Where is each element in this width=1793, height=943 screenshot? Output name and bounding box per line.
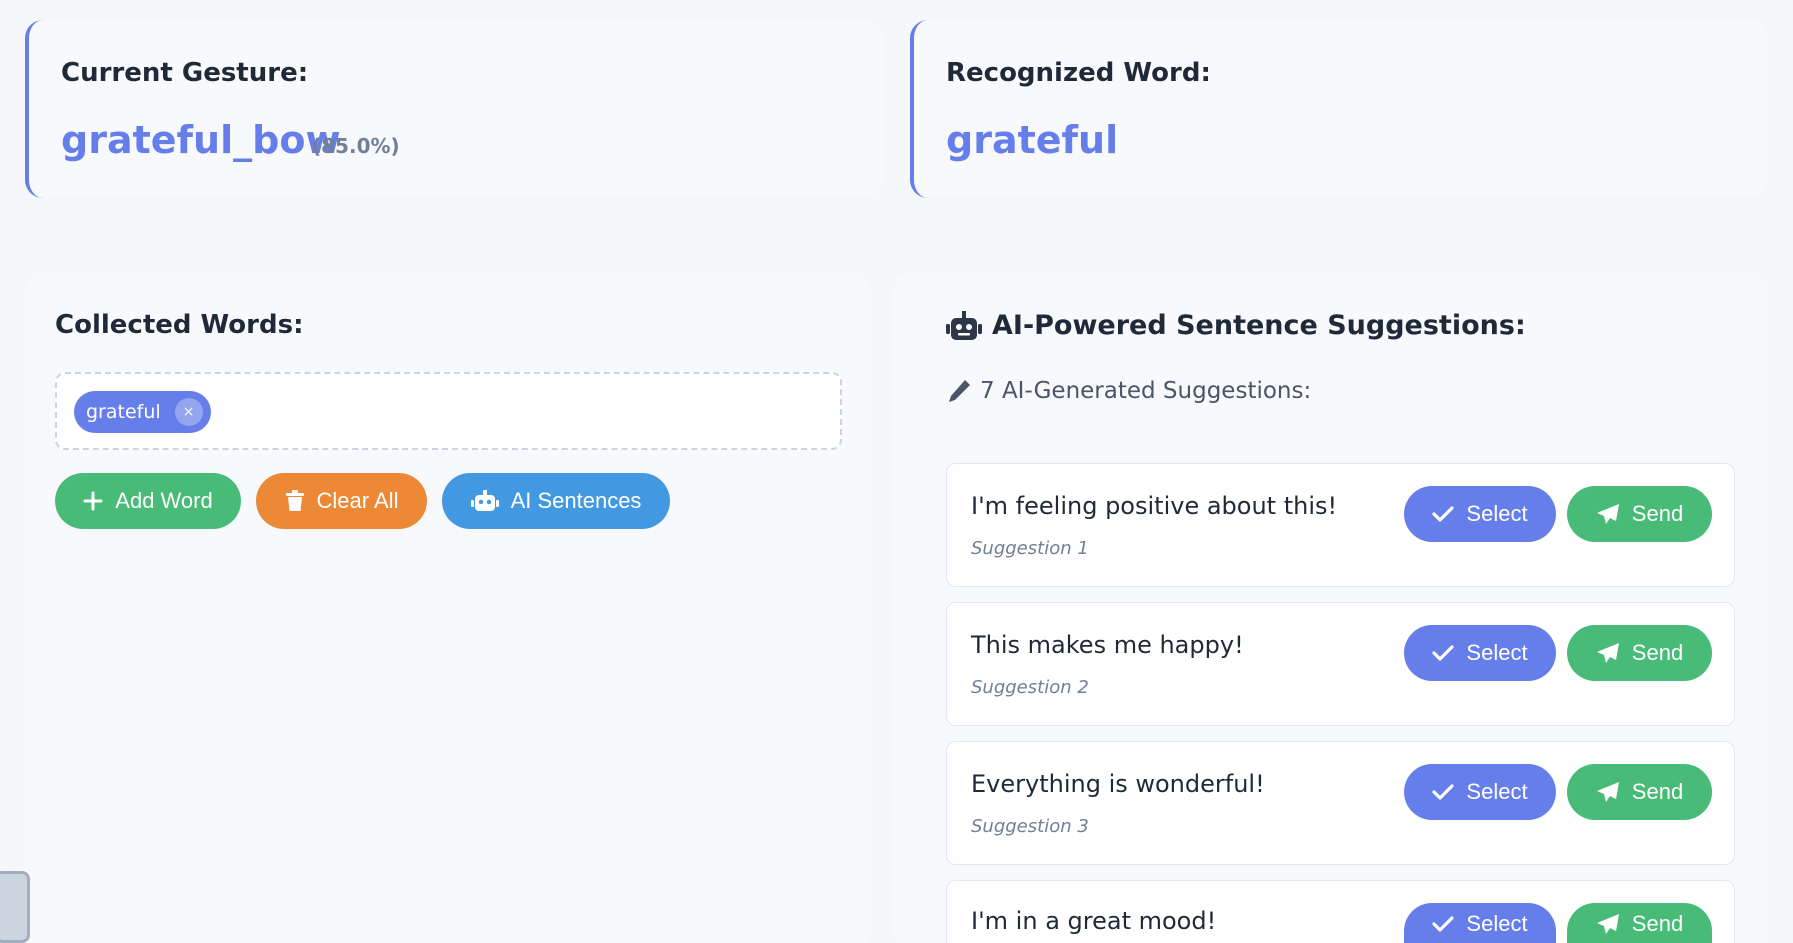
gesture-confidence: (85.0%): [312, 134, 400, 158]
word-chip: grateful ×: [74, 391, 211, 433]
select-label: Select: [1466, 910, 1528, 936]
select-button[interactable]: Select: [1404, 903, 1556, 943]
add-word-label: Add Word: [115, 488, 213, 513]
robot-icon: [946, 310, 982, 341]
pencil-icon: [946, 378, 972, 404]
remove-word-button[interactable]: ×: [174, 398, 203, 426]
select-label: Select: [1466, 779, 1528, 804]
suggestion-card: This makes me happy! Suggestion 2 Select…: [946, 602, 1735, 726]
collected-words-title: Collected Words:: [55, 310, 304, 340]
send-button[interactable]: Send: [1567, 486, 1712, 542]
select-button[interactable]: Select: [1404, 486, 1556, 542]
check-icon: [1432, 783, 1455, 801]
add-word-button[interactable]: Add Word: [55, 473, 241, 529]
suggestion-text: I'm in a great mood!: [971, 907, 1217, 935]
paper-plane-icon: [1596, 642, 1620, 664]
current-gesture-value: grateful_bow: [61, 118, 341, 162]
suggestion-text: I'm feeling positive about this!: [971, 492, 1338, 520]
suggestion-count-label: 7 AI-Generated Suggestions:: [980, 378, 1312, 404]
suggestion-count: 7 AI-Generated Suggestions:: [946, 378, 1311, 404]
ai-suggestions-title: AI-Powered Sentence Suggestions:: [946, 310, 1526, 341]
suggestion-index: Suggestion 1: [971, 538, 1089, 559]
suggestion-card: I'm feeling positive about this! Suggest…: [946, 463, 1735, 587]
suggestion-index: Suggestion 2: [971, 677, 1089, 698]
send-label: Send: [1631, 779, 1684, 804]
suggestion-index: Suggestion 3: [971, 816, 1089, 837]
ai-suggestions-title-text: AI-Powered Sentence Suggestions:: [992, 310, 1526, 341]
recognized-word-card: Recognized Word: grateful: [910, 20, 1768, 198]
ai-sentences-label: AI Sentences: [510, 488, 642, 513]
send-label: Send: [1631, 910, 1684, 936]
ai-sentences-button[interactable]: AI Sentences: [442, 473, 670, 529]
current-gesture-card: Current Gesture: grateful_bow (85.0%): [25, 20, 883, 198]
robot-icon: [470, 490, 499, 512]
send-button[interactable]: Send: [1567, 625, 1712, 681]
suggestion-card: I'm in a great mood! Select Send: [946, 880, 1735, 943]
send-label: Send: [1631, 640, 1684, 665]
floating-widget-button[interactable]: [0, 871, 30, 943]
select-button[interactable]: Select: [1404, 625, 1556, 681]
send-button[interactable]: Send: [1567, 764, 1712, 820]
current-gesture-title: Current Gesture:: [61, 58, 309, 88]
select-label: Select: [1466, 640, 1528, 665]
send-button[interactable]: Send: [1567, 903, 1712, 943]
suggestion-text: This makes me happy!: [971, 631, 1244, 659]
suggestion-card: Everything is wonderful! Suggestion 3 Se…: [946, 741, 1735, 865]
recognized-word-title: Recognized Word:: [946, 58, 1211, 88]
send-label: Send: [1631, 501, 1684, 526]
clear-all-button[interactable]: Clear All: [256, 473, 427, 529]
paper-plane-icon: [1596, 913, 1620, 935]
check-icon: [1432, 505, 1455, 523]
paper-plane-icon: [1596, 781, 1620, 803]
clear-all-label: Clear All: [316, 488, 399, 513]
suggestion-text: Everything is wonderful!: [971, 770, 1265, 798]
recognized-word-value: grateful: [946, 118, 1119, 162]
check-icon: [1432, 915, 1455, 933]
select-button[interactable]: Select: [1404, 764, 1556, 820]
paper-plane-icon: [1596, 503, 1620, 525]
trash-icon: [285, 490, 305, 512]
plus-icon: [83, 491, 103, 511]
check-icon: [1432, 644, 1455, 662]
select-label: Select: [1466, 501, 1528, 526]
word-chip-label: grateful: [86, 401, 161, 423]
collected-words-box: grateful ×: [55, 372, 842, 450]
